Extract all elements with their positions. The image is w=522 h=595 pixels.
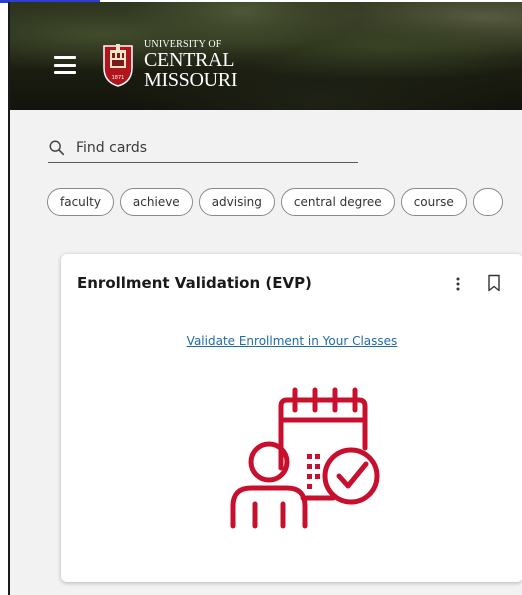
more-options-icon[interactable]: [454, 276, 462, 292]
bookmark-icon[interactable]: [487, 274, 501, 292]
menu-bar: [54, 71, 76, 74]
search-input[interactable]: [74, 139, 338, 157]
seal-year: 1871: [112, 75, 125, 81]
filter-chips: faculty achieve advising central degree …: [47, 188, 522, 218]
search-icon: [49, 140, 65, 156]
validate-enrollment-link[interactable]: Validate Enrollment in Your Classes: [61, 334, 522, 348]
card-enrollment-validation: Enrollment Validation (EVP) Validate Enr…: [61, 254, 522, 582]
header-banner: 1871 UNIVERSITY OF CENTRAL MISSOURI: [10, 2, 522, 110]
university-logo[interactable]: 1871 UNIVERSITY OF CENTRAL MISSOURI: [100, 40, 237, 90]
menu-bar: [54, 63, 76, 67]
menu-bar: [54, 56, 76, 59]
search-bar: [48, 134, 358, 163]
chip-faculty[interactable]: faculty: [47, 188, 114, 216]
calendar-person-check-icon: [230, 387, 380, 529]
app-frame: 1871 UNIVERSITY OF CENTRAL MISSOURI facu…: [8, 2, 522, 595]
chip-central-degree[interactable]: central degree: [280, 188, 395, 216]
chip-partial[interactable]: [472, 188, 503, 216]
hamburger-menu-button[interactable]: [54, 56, 76, 74]
chip-advising[interactable]: advising: [198, 188, 275, 216]
card-title: Enrollment Validation (EVP): [77, 274, 312, 292]
logo-wordmark: UNIVERSITY OF CENTRAL MISSOURI: [144, 40, 238, 91]
logo-line-2: CENTRAL: [144, 49, 235, 71]
university-seal-icon: 1871: [103, 44, 133, 87]
chip-achieve[interactable]: achieve: [119, 188, 193, 216]
chip-course[interactable]: course: [400, 188, 467, 216]
logo-line-3: MISSOURI: [144, 69, 238, 91]
